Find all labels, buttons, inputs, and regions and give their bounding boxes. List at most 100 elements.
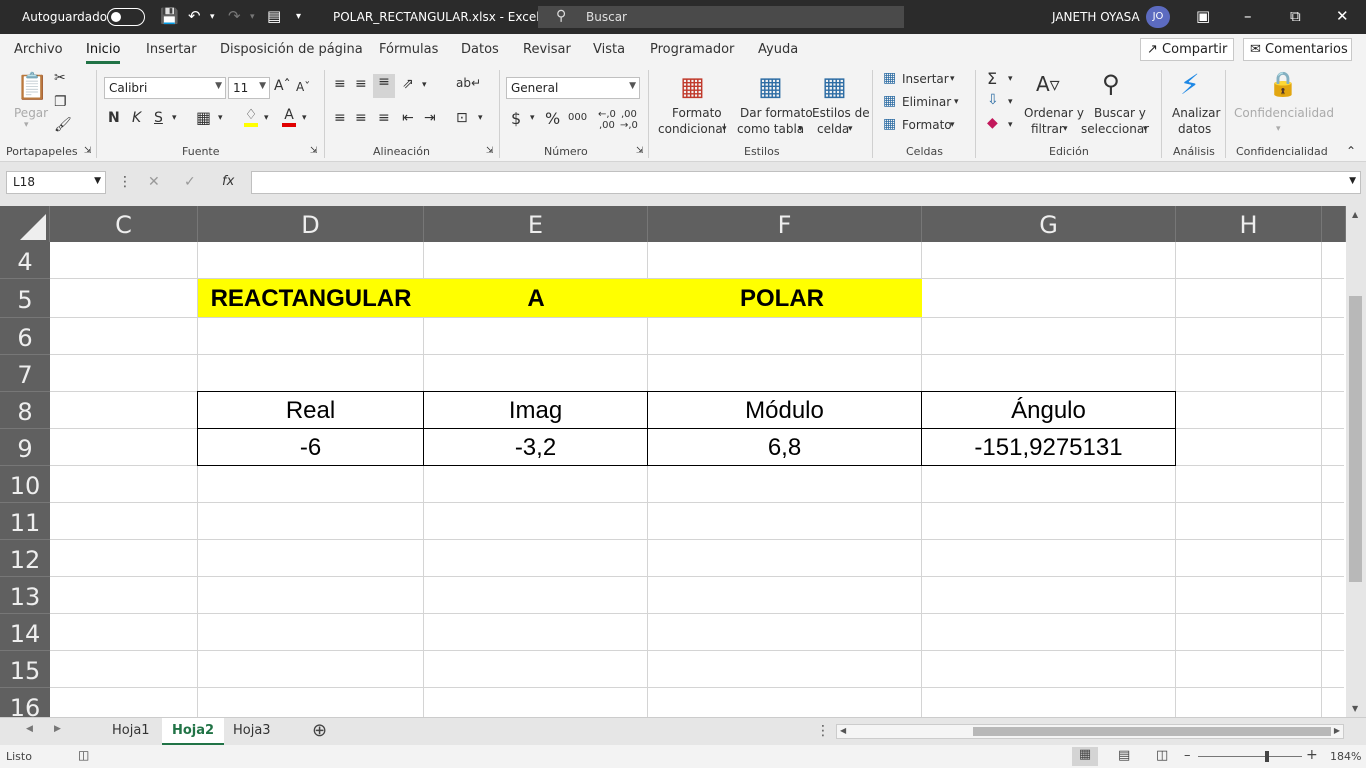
number-launcher-icon[interactable]: ⇲ xyxy=(636,146,644,156)
autosum-icon[interactable]: Σ xyxy=(987,69,997,88)
fill-dropdown-icon[interactable]: ▾ xyxy=(1008,97,1013,107)
merge-center-icon[interactable]: ⊡ xyxy=(456,110,468,126)
more-options-icon[interactable]: ⋮ xyxy=(118,174,132,190)
tab-ayuda[interactable]: Ayuda xyxy=(758,42,798,57)
delete-dropdown-icon[interactable]: ▾ xyxy=(954,97,959,107)
column-header-g[interactable]: G xyxy=(922,206,1176,242)
align-top-icon[interactable]: ≡ xyxy=(334,76,346,92)
column-header-next[interactable] xyxy=(1322,206,1346,242)
font-launcher-icon[interactable]: ⇲ xyxy=(310,146,318,156)
font-color-dropdown-icon[interactable]: ▾ xyxy=(302,113,307,123)
paste-icon[interactable]: 📋 xyxy=(16,72,48,102)
autosave-toggle[interactable] xyxy=(107,8,145,26)
row-header-12[interactable]: 12 xyxy=(0,540,50,577)
paste-label[interactable]: Pegar xyxy=(14,106,48,120)
save-icon[interactable]: 💾 xyxy=(160,7,179,25)
row-header-7[interactable]: 7 xyxy=(0,355,50,392)
comments-button[interactable]: ✉ Comentarios xyxy=(1243,38,1352,61)
fill-color-dropdown-icon[interactable]: ▾ xyxy=(264,113,269,123)
redo-icon[interactable]: ↷ xyxy=(228,7,241,25)
zoom-level[interactable]: 184% xyxy=(1330,750,1361,763)
tab-insertar[interactable]: Insertar xyxy=(146,42,197,57)
percent-button[interactable]: % xyxy=(545,109,560,128)
page-break-view-icon[interactable]: ◫ xyxy=(1156,748,1168,763)
cell-f8[interactable]: Módulo xyxy=(647,391,922,429)
decrease-decimal-icon[interactable]: ,00 →,0 xyxy=(620,109,638,131)
avatar[interactable]: JO xyxy=(1146,6,1170,28)
scroll-up-icon[interactable]: ▲ xyxy=(1352,210,1358,219)
analyze-data-label-2[interactable]: datos xyxy=(1178,122,1211,136)
format-as-table-icon[interactable]: ▦ xyxy=(758,72,783,102)
clear-dropdown-icon[interactable]: ▾ xyxy=(1008,120,1013,130)
autosum-dropdown-icon[interactable]: ▾ xyxy=(1008,74,1013,84)
undo-icon[interactable]: ↶ xyxy=(188,7,201,25)
form-icon[interactable]: ▤ xyxy=(267,7,281,25)
sheet-tab-hoja3[interactable]: Hoja3 xyxy=(233,723,271,738)
sort-filter-dropdown-icon[interactable]: ▾ xyxy=(1063,124,1068,134)
tab-programador[interactable]: Programador xyxy=(650,42,734,57)
zoom-out-icon[interactable]: – xyxy=(1184,748,1191,763)
delete-cells-icon[interactable]: ▦ xyxy=(883,93,896,109)
cell-f9[interactable]: 6,8 xyxy=(647,428,922,466)
find-select-icon[interactable]: ⚲ xyxy=(1102,70,1120,98)
next-sheet-icon[interactable]: ▶ xyxy=(54,724,61,734)
tab-vista[interactable]: Vista xyxy=(593,42,625,57)
conditional-format-label-2[interactable]: condicional xyxy=(658,122,726,136)
horizontal-scrollbar[interactable]: ◀ ▶ xyxy=(836,724,1344,739)
previous-sheet-icon[interactable]: ◀ xyxy=(26,724,33,734)
row-header-8[interactable]: 8 xyxy=(0,392,50,429)
name-box[interactable]: L18 ▼ xyxy=(6,171,106,194)
undo-dropdown-icon[interactable]: ▾ xyxy=(210,12,215,22)
decrease-indent-icon[interactable]: ⇤ xyxy=(402,110,414,126)
underline-button[interactable]: S xyxy=(154,110,163,126)
column-header-d[interactable]: D xyxy=(198,206,424,242)
row-header-16[interactable]: 16 xyxy=(0,688,50,717)
thousands-button[interactable]: 000 xyxy=(568,112,587,123)
paste-dropdown-icon[interactable]: ▾ xyxy=(24,120,29,130)
conditional-format-icon[interactable]: ▦ xyxy=(680,72,705,102)
sort-filter-label-2[interactable]: filtrar xyxy=(1031,122,1064,136)
format-as-table-label-1[interactable]: Dar formato xyxy=(740,106,813,120)
increase-font-icon[interactable]: Aˆ xyxy=(274,78,291,94)
row-header-15[interactable]: 15 xyxy=(0,651,50,688)
format-cells-label[interactable]: Formato xyxy=(902,118,952,132)
orientation-icon[interactable]: ⇗ xyxy=(402,76,414,92)
insert-cells-icon[interactable]: ▦ xyxy=(883,70,896,86)
format-as-table-label-2[interactable]: como tabla xyxy=(737,122,804,136)
cell-g9[interactable]: -151,9275131 xyxy=(921,428,1176,466)
merge-dropdown-icon[interactable]: ▾ xyxy=(478,113,483,123)
insert-dropdown-icon[interactable]: ▾ xyxy=(950,74,955,84)
currency-dropdown-icon[interactable]: ▾ xyxy=(530,113,535,123)
cell-styles-label-2[interactable]: celda xyxy=(817,122,849,136)
fill-icon[interactable]: ⇩ xyxy=(987,92,999,108)
sheet-tab-hoja2[interactable]: Hoja2 xyxy=(162,718,225,746)
vertical-scrollbar[interactable]: ▲ ▼ xyxy=(1346,206,1366,717)
clipboard-launcher-icon[interactable]: ⇲ xyxy=(84,146,92,156)
column-header-c[interactable]: C xyxy=(50,206,198,242)
italic-button[interactable]: K xyxy=(132,110,141,126)
analyze-data-label-1[interactable]: Analizar xyxy=(1172,106,1220,120)
minimize-icon[interactable]: – xyxy=(1244,7,1252,25)
column-header-h[interactable]: H xyxy=(1176,206,1322,242)
format-cells-icon[interactable]: ▦ xyxy=(883,116,896,132)
find-select-label-1[interactable]: Buscar y xyxy=(1094,106,1146,120)
fill-color-icon[interactable]: ♢ xyxy=(244,107,258,127)
tab-disposicion[interactable]: Disposición de página xyxy=(220,42,363,57)
row-header-6[interactable]: 6 xyxy=(0,318,50,355)
zoom-in-icon[interactable]: + xyxy=(1306,747,1318,763)
increase-indent-icon[interactable]: ⇥ xyxy=(424,110,436,126)
borders-dropdown-icon[interactable]: ▾ xyxy=(218,113,223,123)
row-header-4[interactable]: 4 xyxy=(0,242,50,279)
orientation-dropdown-icon[interactable]: ▾ xyxy=(422,80,427,90)
cell-e9[interactable]: -3,2 xyxy=(423,428,648,466)
borders-icon[interactable]: ▦ xyxy=(196,108,211,127)
insert-cells-label[interactable]: Insertar xyxy=(902,72,949,86)
conditional-format-label-1[interactable]: Formato xyxy=(672,106,722,120)
clear-icon[interactable]: ◆ xyxy=(987,115,998,131)
redo-dropdown-icon[interactable]: ▾ xyxy=(250,12,255,22)
font-color-icon[interactable]: A xyxy=(282,107,296,127)
align-right-icon[interactable]: ≡ xyxy=(378,110,390,126)
wrap-text-icon[interactable]: ab↵ xyxy=(456,76,481,90)
copy-icon[interactable]: ❐ xyxy=(54,94,67,110)
customize-toolbar-icon[interactable]: ▾ xyxy=(296,11,301,22)
